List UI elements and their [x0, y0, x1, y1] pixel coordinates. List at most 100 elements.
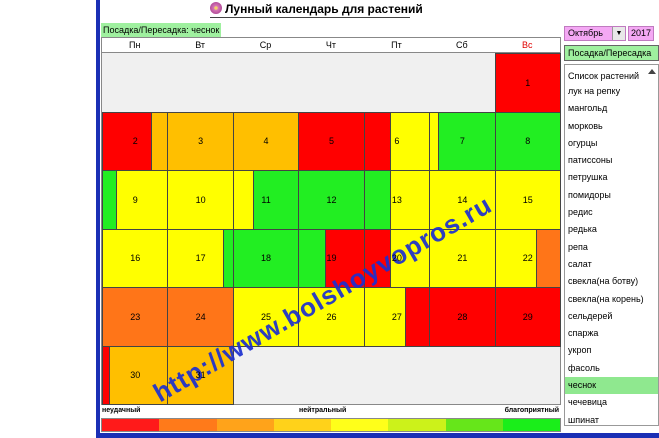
day-cell-23[interactable]: 23 [102, 287, 169, 347]
legend-neutral-label: нейтральный [299, 407, 347, 414]
plant-list-item[interactable]: мангольд [565, 100, 658, 117]
day-number: 1 [525, 77, 531, 88]
day-segment [233, 171, 254, 229]
window-border-left [96, 0, 100, 438]
day-number: 17 [195, 253, 206, 264]
day-segment [437, 112, 495, 170]
weekday-tue: Вт [195, 40, 206, 50]
weekday-wed: Ср [259, 40, 272, 50]
day-number: 15 [522, 194, 533, 205]
plant-list-item[interactable]: патиссоны [565, 152, 658, 169]
plant-list-item[interactable]: морковь [565, 118, 658, 135]
plant-list-item[interactable]: чеснок [565, 377, 658, 395]
day-cell-12[interactable]: 12 [298, 170, 365, 230]
legend-swatch [502, 419, 560, 431]
day-cell-4[interactable]: 4 [232, 111, 300, 171]
day-number: 29 [522, 311, 533, 322]
year-field[interactable]: 2017 [628, 26, 654, 41]
chevron-down-icon[interactable]: ▼ [612, 27, 625, 40]
day-number: 5 [328, 136, 334, 147]
legend-scale [101, 418, 561, 432]
plant-list-item[interactable]: репа [565, 239, 658, 256]
plant-list-items: лук на репку мангольд морковь огурцы патиссо… [565, 83, 658, 425]
plant-list-item[interactable]: шпинат [565, 412, 658, 425]
day-cell-10[interactable]: 10 [167, 170, 234, 230]
day-segment [364, 171, 391, 229]
day-cell-9[interactable]: 9 [102, 170, 169, 230]
plant-list-item[interactable]: укроп [565, 342, 658, 359]
legend-swatch [159, 419, 217, 431]
plant-list[interactable]: Список растений лук на репку мангольд морк… [564, 64, 659, 426]
plant-list-item[interactable]: чечевица [565, 394, 658, 411]
weekday-sun: Вс [521, 40, 533, 50]
day-segment [253, 171, 299, 229]
plant-list-item[interactable]: редис [565, 204, 658, 221]
day-cell-28[interactable]: 28 [429, 287, 496, 347]
day-number: 14 [457, 194, 468, 205]
day-cell-11[interactable]: 11 [232, 170, 300, 230]
day-cell-27[interactable]: 27 [363, 287, 431, 347]
day-cell-29[interactable]: 29 [494, 287, 561, 347]
day-number: 23 [130, 311, 141, 322]
day-cell-3[interactable]: 3 [167, 111, 234, 171]
plant-list-item[interactable]: лук на репку [565, 83, 658, 100]
month-select[interactable]: Октябрь ▼ [564, 26, 626, 41]
page-title: Лунный календарь для растений [210, 2, 423, 16]
legend-swatch [102, 419, 160, 431]
day-number: 10 [195, 194, 206, 205]
legend-good-label: благоприятный [504, 407, 559, 414]
scroll-up-icon[interactable] [648, 69, 656, 74]
day-cell-6[interactable]: 6 [363, 111, 431, 171]
plant-list-item[interactable]: салат [565, 256, 658, 273]
day-cell-8[interactable]: 8 [494, 111, 561, 171]
window-border-bottom [96, 433, 659, 438]
day-segment [115, 171, 168, 229]
day-cell-5[interactable]: 5 [298, 111, 365, 171]
day-number: 30 [130, 370, 141, 381]
legend-swatch [388, 419, 446, 431]
day-number: 19 [326, 253, 337, 264]
plant-list-item[interactable]: петрушка [565, 169, 658, 186]
day-number: 27 [391, 311, 402, 322]
mode-button[interactable]: Посадка/Пересадка [564, 45, 659, 61]
plant-list-item[interactable]: огурцы [565, 135, 658, 152]
day-segment [103, 171, 116, 229]
page-title-text: Лунный календарь для растений [225, 2, 423, 16]
legend-swatch [273, 419, 331, 431]
day-number: 13 [391, 194, 402, 205]
day-number: 25 [261, 311, 272, 322]
day-segment [299, 229, 326, 287]
day-cell-13[interactable]: 13 [363, 170, 431, 230]
day-cell-18[interactable]: 18 [232, 228, 300, 288]
plant-list-header: Список растений [568, 71, 640, 81]
plant-list-item[interactable]: фасоль [565, 360, 658, 377]
flower-icon [210, 2, 222, 14]
day-number: 3 [198, 136, 204, 147]
plant-list-item[interactable]: сельдерей [565, 308, 658, 325]
plant-list-item[interactable]: помидоры [565, 187, 658, 204]
day-segment [150, 112, 168, 170]
day-number: 11 [261, 194, 271, 205]
day-number: 9 [132, 194, 138, 205]
day-number: 21 [457, 253, 468, 264]
plant-list-item[interactable]: спаржа [565, 325, 658, 342]
day-number: 8 [525, 136, 531, 147]
day-cell-7[interactable]: 7 [429, 111, 496, 171]
day-number: 22 [522, 253, 533, 264]
day-cell-1[interactable]: 1 [494, 53, 561, 113]
day-number: 28 [457, 311, 468, 322]
day-cell-22[interactable]: 22 [494, 228, 561, 288]
day-cell-15[interactable]: 15 [494, 170, 561, 230]
plant-list-item[interactable]: свекла(на корень) [565, 291, 658, 308]
day-number: 4 [263, 136, 269, 147]
title-underline [210, 17, 410, 18]
day-cell-2[interactable]: 2 [102, 111, 169, 171]
day-cell-16[interactable]: 16 [102, 228, 169, 288]
day-cell-17[interactable]: 17 [167, 228, 234, 288]
weekday-mon: Пн [128, 40, 141, 50]
day-number: 20 [391, 253, 402, 264]
plant-list-item[interactable]: редька [565, 221, 658, 238]
day-number: 24 [195, 311, 206, 322]
plant-list-item[interactable]: свекла(на ботву) [565, 273, 658, 290]
legend-labels: неудачный нейтральный благоприятный [101, 407, 561, 417]
